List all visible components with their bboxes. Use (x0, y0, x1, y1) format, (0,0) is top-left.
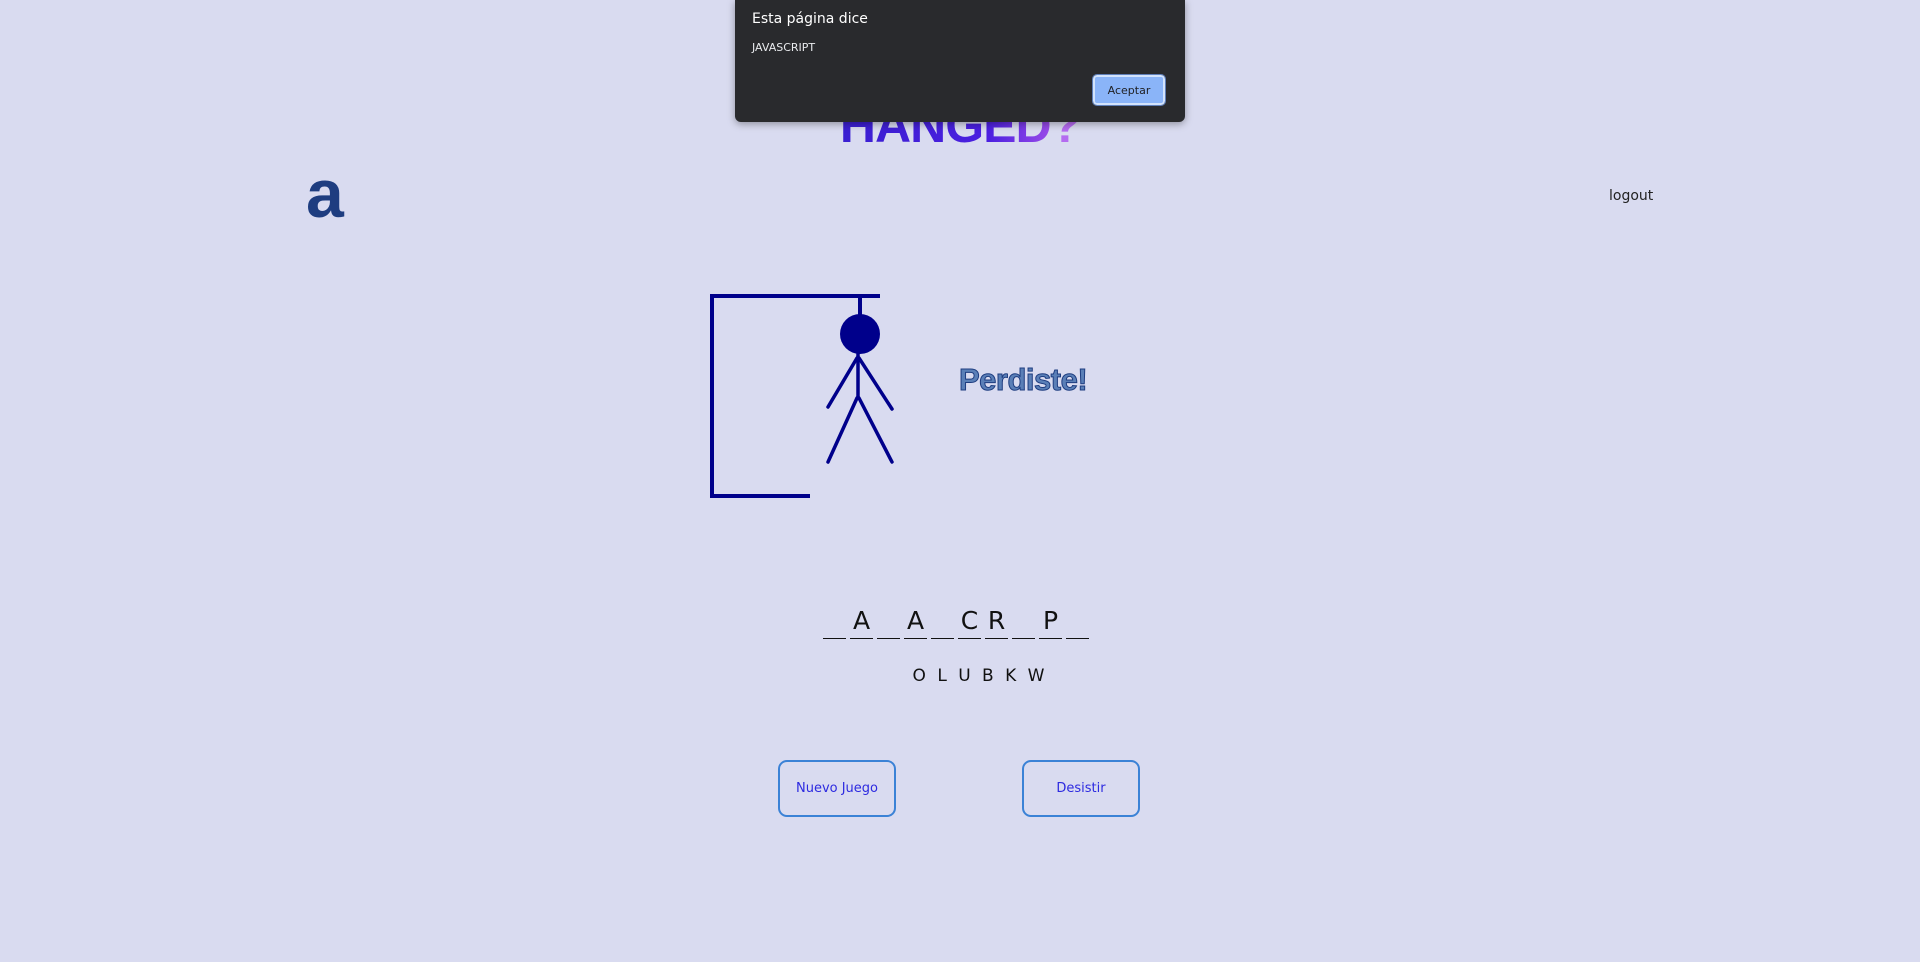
word-display: A A C R P (823, 604, 1089, 639)
letter-slot: A (904, 604, 927, 639)
letter-slot: A (850, 604, 873, 639)
new-game-button[interactable]: Nuevo Juego (778, 760, 896, 817)
give-up-button[interactable]: Desistir (1022, 760, 1140, 817)
alert-dialog: Esta página dice JAVASCRIPT Aceptar (735, 0, 1185, 122)
letter-slot: P (1039, 604, 1062, 639)
hangman-right-leg (857, 396, 894, 464)
letter-slot (1066, 604, 1089, 639)
game-status: Perdiste! (958, 362, 1088, 398)
letter-slot (1012, 604, 1035, 639)
missed-letters: O L U B K W (912, 666, 1048, 686)
hangman-left-leg (826, 396, 859, 464)
letter-slot (823, 604, 846, 639)
hangman-drawing (710, 294, 894, 498)
letter-slot (931, 604, 954, 639)
hangman-left-arm (826, 356, 859, 409)
letter-slot: R (985, 604, 1008, 639)
dialog-title: Esta página dice (752, 11, 868, 27)
dialog-ok-button[interactable]: Aceptar (1092, 74, 1166, 106)
page: HANGED? a logout Perdiste! A A C R P O L (0, 0, 1920, 962)
dialog-message: JAVASCRIPT (752, 41, 816, 54)
hangman-head (840, 314, 880, 354)
hangman-right-arm (857, 356, 894, 411)
letter-slot: C (958, 604, 981, 639)
letter-slot (877, 604, 900, 639)
